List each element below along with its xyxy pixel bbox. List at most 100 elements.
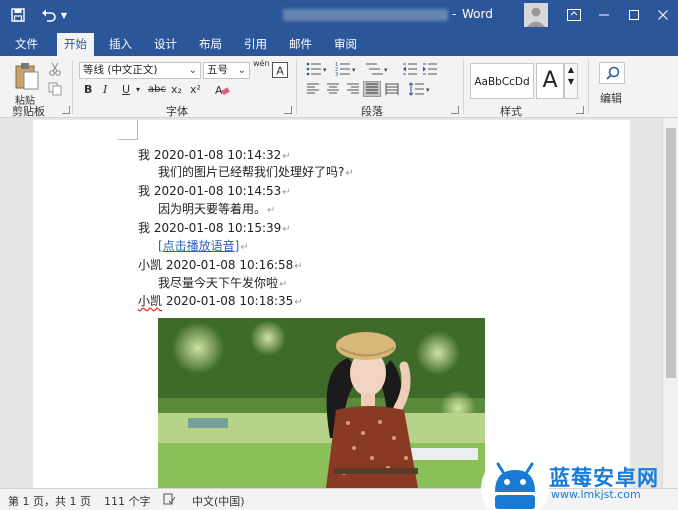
distributed-icon[interactable] xyxy=(385,83,399,98)
clear-formatting-icon[interactable]: A xyxy=(214,83,230,100)
play-voice-link[interactable]: [点击播放语音] xyxy=(158,239,239,253)
save-icon[interactable] xyxy=(8,6,28,24)
bullets-icon[interactable]: ▾ xyxy=(306,62,328,79)
align-right-icon[interactable] xyxy=(346,83,360,98)
paragraph-mark: ↵ xyxy=(282,187,291,198)
svg-text:A: A xyxy=(215,84,223,97)
align-left-icon[interactable] xyxy=(306,83,320,98)
styles-launcher-icon[interactable] xyxy=(576,106,584,114)
ribbon-display-options-icon[interactable] xyxy=(559,4,589,26)
message-header: 我 2020-01-08 10:15:39 xyxy=(138,221,282,235)
group-divider xyxy=(72,60,73,114)
chevron-up-icon[interactable]: ▲ xyxy=(565,64,577,76)
underline-button[interactable]: U xyxy=(122,83,130,96)
svg-text:A: A xyxy=(276,65,284,78)
word-count[interactable]: 111 个字 xyxy=(104,493,151,509)
svg-text:▾: ▾ xyxy=(384,66,388,74)
scrollbar-thumb[interactable] xyxy=(666,128,676,378)
strikethrough-button[interactable]: abc xyxy=(148,84,166,95)
document-title-blurred xyxy=(283,9,448,21)
message-header: 我 2020-01-08 10:14:32 xyxy=(138,148,282,162)
search-icon xyxy=(606,66,620,80)
undo-icon[interactable] xyxy=(40,6,58,24)
align-center-icon[interactable] xyxy=(326,83,340,98)
editing-group-label[interactable]: 编辑 xyxy=(600,90,622,106)
tab-references[interactable]: 引用 xyxy=(237,33,274,56)
list-item[interactable]: 我 2020-01-08 10:15:39↵ xyxy=(138,219,291,236)
bold-button[interactable]: B xyxy=(84,83,92,96)
superscript-button[interactable]: x² xyxy=(190,83,201,96)
cut-icon[interactable] xyxy=(48,62,62,79)
list-item[interactable]: 我 2020-01-08 10:14:32↵ xyxy=(138,146,291,163)
find-button[interactable] xyxy=(599,62,625,84)
spelling-flagged-word[interactable]: 小凯 xyxy=(138,294,162,308)
font-name-value: 等线 (中文正文) xyxy=(83,64,158,76)
list-item[interactable]: 小凯 2020-01-08 10:16:58↵ xyxy=(138,256,303,273)
paragraph-mark: ↵ xyxy=(294,261,303,272)
paragraph-mark: ↵ xyxy=(282,224,291,235)
tab-mailings[interactable]: 邮件 xyxy=(282,33,319,56)
paragraph-mark: ↵ xyxy=(267,205,276,216)
paragraph-launcher-icon[interactable] xyxy=(451,106,459,114)
title-bar: ▼ - Word xyxy=(0,0,678,30)
svg-text:▾: ▾ xyxy=(426,86,430,94)
chevron-down-icon: ⌄ xyxy=(237,65,246,76)
decrease-indent-icon[interactable] xyxy=(402,62,418,79)
maximize-button[interactable] xyxy=(619,4,649,26)
tab-design[interactable]: 设计 xyxy=(147,33,184,56)
clipboard-launcher-icon[interactable] xyxy=(62,106,70,114)
paragraph-mark: ↵ xyxy=(279,279,288,290)
paste-icon[interactable] xyxy=(13,62,41,95)
proofing-icon[interactable] xyxy=(163,493,176,508)
font-name-select[interactable]: 等线 (中文正文) ⌄ xyxy=(79,62,201,79)
list-item[interactable]: 我 2020-01-08 10:14:53↵ xyxy=(138,182,291,199)
font-size-select[interactable]: 五号 ⌄ xyxy=(203,62,250,79)
inserted-photo[interactable] xyxy=(158,318,485,488)
styles-gallery-scroll[interactable]: ▲ ▼ xyxy=(564,63,578,99)
photo-woman-in-park xyxy=(158,318,485,488)
tab-insert[interactable]: 插入 xyxy=(102,33,139,56)
page-count[interactable]: 第 1 页，共 1 页 xyxy=(8,493,91,509)
tab-layout[interactable]: 布局 xyxy=(192,33,229,56)
phonetic-guide-button[interactable]: wén xyxy=(253,60,270,68)
increase-indent-icon[interactable] xyxy=(422,62,438,79)
close-button[interactable] xyxy=(648,4,678,26)
message-body: 我们的图片已经帮我们处理好了吗? xyxy=(158,165,345,179)
style-heading[interactable]: A xyxy=(536,63,564,99)
message-body: 因为明天要等着用。 xyxy=(158,202,267,216)
font-size-value: 五号 xyxy=(207,64,228,76)
paragraph-mark: ↵ xyxy=(345,168,354,179)
title-separator: - xyxy=(452,7,457,21)
svg-text:▾: ▾ xyxy=(323,66,327,74)
tab-home[interactable]: 开始 xyxy=(57,33,94,56)
numbering-icon[interactable]: 1 2 3 ▾ xyxy=(335,62,357,79)
copy-icon[interactable] xyxy=(48,82,62,99)
chevron-down-icon[interactable]: ▼ xyxy=(565,76,577,88)
tab-review[interactable]: 审阅 xyxy=(327,33,364,56)
clipboard-group-label: 剪贴板 xyxy=(12,105,45,118)
list-item[interactable]: 因为明天要等着用。↵ xyxy=(158,200,275,217)
multilevel-list-icon[interactable]: ▾ xyxy=(365,62,389,79)
paragraph-mark: ↵ xyxy=(282,151,291,162)
list-item[interactable]: [点击播放语音]↵ xyxy=(158,237,249,254)
watermark-url: www.lmkjst.com xyxy=(551,488,641,501)
subscript-button[interactable]: x₂ xyxy=(171,83,182,96)
group-divider xyxy=(296,60,297,114)
undo-dropdown-icon[interactable]: ▼ xyxy=(59,6,69,24)
list-item[interactable]: 我们的图片已经帮我们处理好了吗?↵ xyxy=(158,163,354,180)
avatar[interactable] xyxy=(524,3,548,27)
justify-button[interactable] xyxy=(363,81,381,97)
list-item[interactable]: 小凯 2020-01-08 10:18:35↵ xyxy=(138,292,303,309)
tab-file[interactable]: 文件 xyxy=(8,33,45,56)
app-name: Word xyxy=(462,7,493,21)
line-spacing-icon[interactable]: ▾ xyxy=(408,82,431,99)
language-indicator[interactable]: 中文(中国) xyxy=(192,493,245,509)
style-normal[interactable]: AaBbCcDd xyxy=(470,63,534,99)
minimize-button[interactable] xyxy=(589,4,619,26)
underline-dropdown-icon[interactable]: ▾ xyxy=(136,85,140,94)
list-item[interactable]: 我尽量今天下午发你啦↵ xyxy=(158,274,287,291)
character-border-icon[interactable]: A xyxy=(272,62,288,81)
font-launcher-icon[interactable] xyxy=(284,106,292,114)
italic-button[interactable]: I xyxy=(103,83,107,96)
vertical-scrollbar[interactable] xyxy=(662,118,678,488)
